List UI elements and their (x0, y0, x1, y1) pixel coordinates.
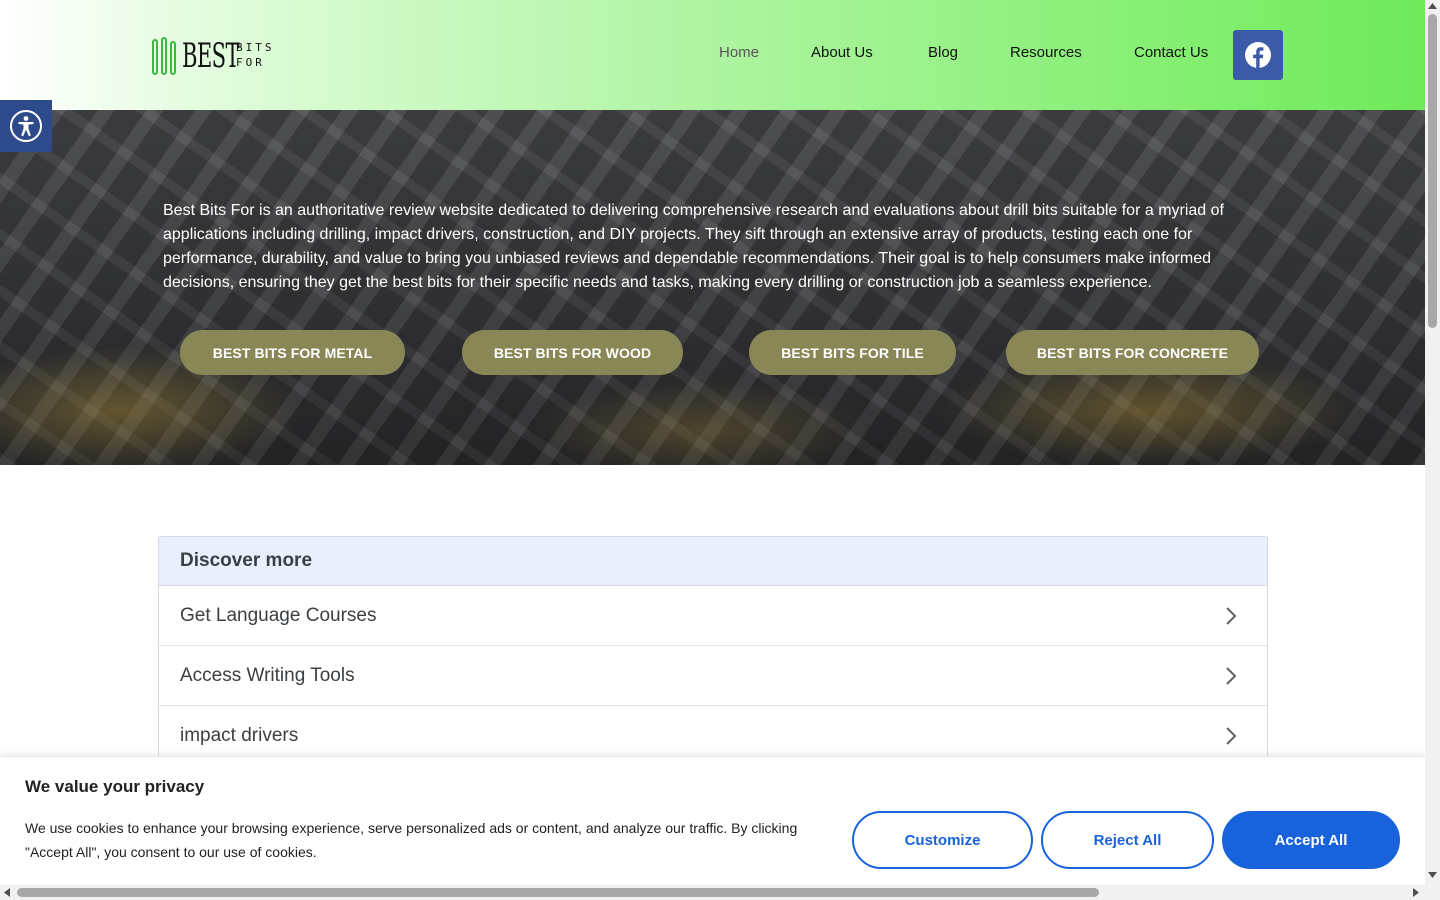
nav-home[interactable]: Home (719, 44, 759, 61)
site-logo[interactable]: BEST BITS FOR (152, 36, 276, 76)
hero-section: Best Bits For is an authoritative review… (0, 110, 1425, 465)
horizontal-scrollbar[interactable] (0, 885, 1425, 900)
accept-all-button[interactable]: Accept All (1222, 811, 1400, 869)
nav-about-us[interactable]: About Us (811, 44, 873, 61)
facebook-button[interactable] (1233, 30, 1283, 80)
logo-word: BEST (182, 36, 240, 76)
horizontal-scroll-thumb[interactable] (17, 888, 1099, 897)
discover-more-title: Discover more (159, 537, 1267, 586)
discover-item-writing-tools[interactable]: Access Writing Tools (159, 646, 1267, 706)
nav-contact-us[interactable]: Contact Us (1134, 44, 1208, 61)
nav-blog[interactable]: Blog (928, 44, 958, 61)
chevron-right-icon (1226, 726, 1237, 745)
accessibility-icon (10, 110, 42, 142)
logo-small-line2: FOR (236, 56, 265, 69)
discover-item-label: Get Language Courses (180, 604, 377, 626)
cookie-consent-bar: We value your privacy We use cookies to … (0, 756, 1425, 886)
nav-resources[interactable]: Resources (1010, 44, 1082, 61)
discover-item-label: impact drivers (180, 724, 299, 746)
discover-item-label: Access Writing Tools (180, 664, 355, 686)
logo-small-line1: BITS (236, 41, 275, 55)
drill-bits-logo-icon (152, 37, 176, 75)
cookie-text: We use cookies to enhance your browsing … (25, 820, 798, 860)
site-header: BEST BITS FOR Home About Us Blog Resourc… (0, 0, 1425, 110)
best-bits-metal-button[interactable]: BEST BITS FOR METAL (180, 330, 405, 375)
chevron-right-icon (1226, 606, 1237, 625)
vertical-scrollbar[interactable] (1425, 0, 1440, 900)
chevron-right-icon (1226, 666, 1237, 685)
scroll-right-icon[interactable] (1413, 888, 1419, 897)
logo-small-text: BITS FOR (236, 41, 275, 71)
scroll-down-icon[interactable] (1428, 872, 1437, 878)
reject-all-button[interactable]: Reject All (1041, 811, 1214, 869)
scroll-up-icon[interactable] (1428, 3, 1437, 9)
best-bits-concrete-button[interactable]: BEST BITS FOR CONCRETE (1006, 330, 1259, 375)
best-bits-tile-button[interactable]: BEST BITS FOR TILE (749, 330, 956, 375)
discover-item-language-courses[interactable]: Get Language Courses (159, 586, 1267, 646)
vertical-scroll-thumb[interactable] (1428, 14, 1437, 328)
best-bits-wood-button[interactable]: BEST BITS FOR WOOD (462, 330, 683, 375)
customize-button[interactable]: Customize (852, 811, 1033, 869)
scroll-left-icon[interactable] (4, 888, 10, 897)
cookie-title: We value your privacy (25, 777, 205, 796)
facebook-icon (1245, 42, 1271, 68)
accessibility-button[interactable] (0, 100, 52, 152)
hero-description: Best Bits For is an authoritative review… (163, 202, 1224, 291)
